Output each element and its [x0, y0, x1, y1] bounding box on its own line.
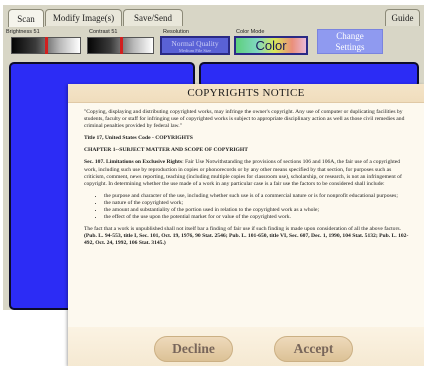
tab-scan-label: Scan	[17, 13, 35, 24]
title17-heading: Title 17, United States Code - COPYRIGHT…	[84, 135, 193, 142]
list-item: the effect of the use upon the potential…	[104, 214, 410, 221]
brightness-slider-thumb[interactable]	[45, 37, 48, 54]
tab-scan[interactable]: Scan	[8, 9, 44, 27]
list-item: the purpose and character of the use, in…	[104, 193, 410, 200]
intro-paragraph: "Copying, displaying and distributing co…	[84, 109, 405, 130]
contrast-slider[interactable]	[87, 37, 154, 54]
contrast-label: Contrast 51	[89, 29, 118, 35]
accept-button[interactable]: Accept	[274, 336, 353, 362]
contrast-slider-thumb[interactable]	[120, 37, 123, 54]
section-107-heading: Sec. 107. Limitations on Exclusive Right…	[84, 159, 183, 166]
color-mode-value: Color	[255, 38, 287, 53]
decline-button[interactable]: Decline	[154, 336, 233, 362]
change-settings-button[interactable]: Change Settings	[317, 29, 383, 54]
tab-modify-images[interactable]: Modify Image(s)	[45, 9, 122, 26]
closing-citation: (Pub. L. 94-553, title I, Sec. 101, Oct.…	[84, 233, 409, 247]
resolution-subtext: Medium File Size	[178, 48, 212, 53]
tab-modify-images-label: Modify Image(s)	[52, 13, 115, 23]
decline-label: Decline	[172, 341, 215, 356]
brightness-slider[interactable]	[11, 37, 81, 54]
tab-guide[interactable]: Guide	[385, 9, 420, 26]
copyright-notice-dialog: COPYRIGHTS NOTICE "Copying, displaying a…	[68, 84, 424, 366]
chapter-heading: CHAPTER 1--SUBJECT MATTER AND SCOPE OF C…	[84, 147, 248, 154]
change-settings-line2: Settings	[335, 41, 365, 52]
change-settings-line1: Change	[336, 30, 364, 41]
resolution-button[interactable]: Normal Quality Medium File Size	[160, 36, 230, 55]
resolution-label: Resolution	[163, 29, 189, 35]
color-mode-label: Color Mode	[236, 29, 265, 35]
color-mode-button[interactable]: Color	[234, 36, 308, 55]
tab-guide-label: Guide	[391, 13, 414, 23]
main-tab-bar: Scan Modify Image(s) Save/Send Guide	[3, 5, 424, 27]
tab-save-send-label: Save/Send	[134, 13, 172, 23]
list-item: the nature of the copyrighted work;	[104, 200, 410, 207]
section-107-paragraph: Sec. 107. Limitations on Exclusive Right…	[84, 159, 410, 187]
brightness-label: Brightness 51	[6, 29, 40, 35]
dialog-body[interactable]: "Copying, displaying and distributing co…	[84, 109, 410, 321]
closing-paragraph: The fact that a work is unpublished shal…	[84, 226, 410, 247]
dialog-title: COPYRIGHTS NOTICE	[68, 84, 424, 103]
closing-text: The fact that a work is unpublished shal…	[84, 226, 401, 233]
fair-use-factors-list: the purpose and character of the use, in…	[84, 193, 410, 221]
dialog-footer: Decline Accept	[68, 327, 424, 366]
tab-save-send[interactable]: Save/Send	[123, 9, 183, 26]
accept-label: Accept	[293, 341, 334, 356]
resolution-value: Normal Quality	[171, 39, 219, 48]
